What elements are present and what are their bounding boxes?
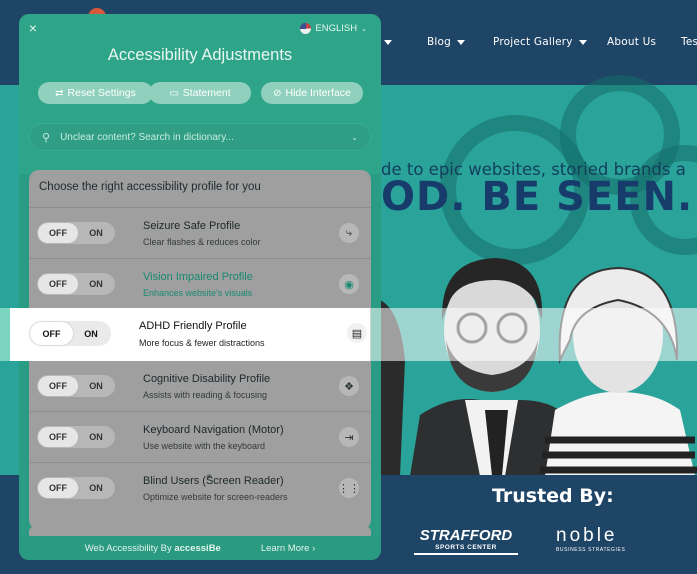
noble-logo: noble BUSINESS STRATEGIES bbox=[556, 525, 626, 553]
profile-name: ADHD Friendly Profile bbox=[139, 320, 247, 332]
profile-name: Vision Impaired Profile bbox=[143, 271, 253, 283]
learn-more-link[interactable]: Learn More › bbox=[261, 543, 315, 554]
us-flag-icon bbox=[300, 23, 312, 34]
focus-band-edge bbox=[0, 308, 10, 361]
statement-button[interactable]: ▭ Statement bbox=[149, 82, 251, 104]
search-icon: ⚲ bbox=[42, 131, 51, 144]
next-section-peek bbox=[29, 526, 371, 536]
profile-desc: Clear flashes & reduces color bbox=[143, 237, 261, 247]
profile-name: Blind Users (Screen Reader) bbox=[143, 475, 284, 487]
chevron-down-icon bbox=[457, 39, 466, 45]
profile-vision-impaired: OFF ON Vision Impaired Profile Enhances … bbox=[29, 258, 371, 309]
adhd-friendly-toggle[interactable]: OFF ON bbox=[29, 321, 111, 346]
eye-icon: ◉ bbox=[339, 274, 359, 294]
hero-headline: OD. BE SEEN. bbox=[381, 174, 694, 220]
profile-name: Keyboard Navigation (Motor) bbox=[143, 424, 284, 436]
cognitive-disability-toggle[interactable]: OFF ON bbox=[37, 375, 115, 397]
profile-desc: Optimize website for screen-readers bbox=[143, 492, 288, 502]
language-selector[interactable]: ENGLISH ⌄ bbox=[300, 23, 367, 34]
nav-item-about-us[interactable]: About Us bbox=[607, 36, 656, 48]
trusted-by-title: Trusted By: bbox=[492, 485, 614, 507]
reset-icon: ⇄ bbox=[55, 87, 64, 99]
dictionary-search-input[interactable]: ⚲ Unclear content? Search in dictionary.… bbox=[29, 123, 371, 151]
target-icon: ❖ bbox=[339, 376, 359, 396]
panel-footer: Web Accessibility By accessiBe Learn Mor… bbox=[19, 536, 381, 560]
reset-settings-button[interactable]: ⇄ Reset Settings bbox=[38, 82, 153, 104]
seizure-safe-toggle[interactable]: OFF ON bbox=[37, 222, 115, 244]
monitor-icon: ▭ bbox=[169, 87, 179, 99]
nav-item-testimonials[interactable]: Tes bbox=[681, 36, 697, 48]
profile-desc: Use website with the keyboard bbox=[143, 441, 266, 451]
panel-title: Accessibility Adjustments bbox=[107, 46, 293, 64]
profile-adhd-friendly: OFF ON ADHD Friendly Profile More focus … bbox=[10, 308, 370, 361]
nav-item-project-gallery[interactable]: Project Gallery bbox=[493, 36, 587, 48]
bolt-icon: ⤷ bbox=[339, 223, 359, 243]
nav-item-blog[interactable]: Blog bbox=[427, 36, 466, 48]
profile-cognitive-disability: OFF ON Cognitive Disability Profile Assi… bbox=[29, 360, 371, 411]
profile-keyboard-navigation: OFF ON Keyboard Navigation (Motor) Use w… bbox=[29, 411, 371, 462]
close-icon[interactable]: × bbox=[26, 21, 40, 35]
soundwave-icon: ⋮⋮ bbox=[338, 478, 360, 498]
accessibe-logo: accessiBe bbox=[174, 542, 221, 554]
profile-seizure-safe: OFF ON Seizure Safe Profile Clear flashe… bbox=[29, 207, 371, 258]
eye-slash-icon: ⊘ bbox=[273, 87, 282, 99]
vision-impaired-toggle[interactable]: OFF ON bbox=[37, 273, 115, 295]
arrow-to-bar-icon: ⇥ bbox=[339, 427, 359, 447]
chevron-down-icon: ⌄ bbox=[361, 25, 367, 33]
profile-name: Cognitive Disability Profile bbox=[143, 373, 271, 385]
hide-interface-button[interactable]: ⊘ Hide Interface bbox=[261, 82, 363, 104]
keyboard-navigation-toggle[interactable]: OFF ON bbox=[37, 426, 115, 448]
accessibility-panel: × ENGLISH ⌄ Accessibility Adjustments ⇄ … bbox=[19, 14, 381, 560]
profile-desc: Assists with reading & focusing bbox=[143, 390, 268, 400]
profiles-title: Choose the right accessibility profile f… bbox=[39, 181, 261, 193]
chevron-down-icon bbox=[578, 39, 587, 45]
blind-users-toggle[interactable]: OFF ON bbox=[37, 477, 115, 499]
focus-icon: ▤ bbox=[347, 323, 367, 343]
profile-desc: Enhances website's visuals bbox=[143, 288, 253, 298]
chevron-down-icon: ⌄ bbox=[351, 132, 358, 142]
profile-name: Seizure Safe Profile bbox=[143, 220, 241, 232]
profile-desc: More focus & fewer distractions bbox=[139, 338, 265, 348]
profile-blind-users: OFF ON Blind Users (Screen Reader) Optim… bbox=[29, 462, 371, 513]
strafford-logo: STRAFFORD SPORTS CENTER bbox=[414, 527, 518, 555]
accessibe-credit[interactable]: Web Accessibility By accessiBe bbox=[85, 543, 221, 554]
